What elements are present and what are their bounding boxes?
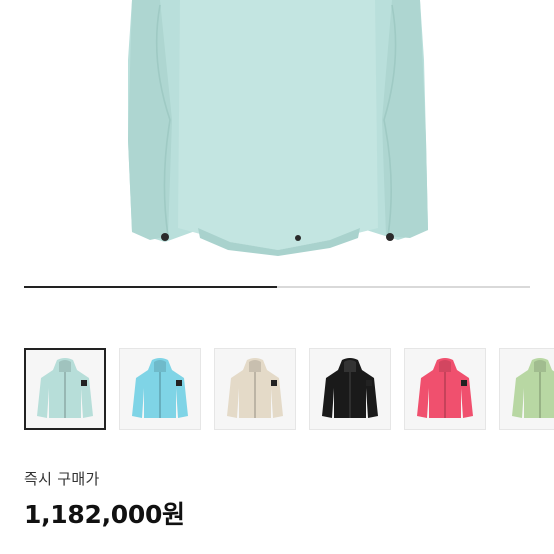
instant-buy-price: 1,182,000원 <box>24 500 185 529</box>
instant-buy-price-label: 즉시 구매가 <box>24 470 100 488</box>
carousel-progress-fill <box>24 286 277 288</box>
thumbnail-black[interactable] <box>309 348 391 430</box>
thumbnail-light-green[interactable] <box>499 348 554 430</box>
product-image-carousel[interactable] <box>0 0 554 318</box>
jacket-thumbnail-image <box>132 358 188 418</box>
carousel-progress-track[interactable] <box>24 286 530 288</box>
jacket-thumbnail-image <box>227 358 283 418</box>
product-image <box>128 0 428 256</box>
jacket-thumbnail-image <box>37 358 93 418</box>
jacket-thumbnail-image <box>417 358 473 418</box>
thumbnail-aqua[interactable] <box>24 348 106 430</box>
color-thumbnail-list <box>24 348 554 430</box>
thumbnail-pink[interactable] <box>404 348 486 430</box>
thumbnail-beige[interactable] <box>214 348 296 430</box>
jacket-thumbnail-image <box>512 358 554 418</box>
jacket-thumbnail-image <box>322 358 378 418</box>
thumbnail-sky-blue[interactable] <box>119 348 201 430</box>
